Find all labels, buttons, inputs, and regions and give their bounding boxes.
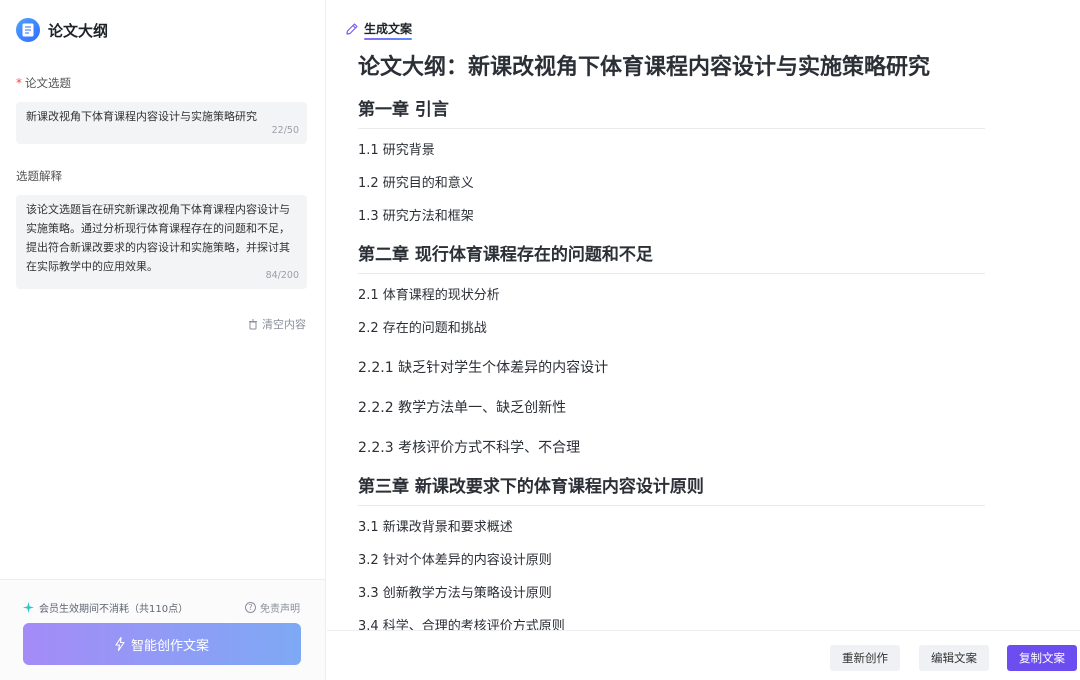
outline-section: 3.2 针对个体差异的内容设计原则: [358, 553, 552, 568]
member-note-text: 会员生效期间不消耗（共110点）: [39, 604, 189, 615]
outline-section: 1.1 研究背景: [358, 143, 435, 158]
member-note: 会员生效期间不消耗（共110点）: [23, 600, 188, 615]
topic-label-text: 论文选题: [25, 76, 71, 90]
explain-label: 选题解释: [16, 169, 62, 183]
recreate-button[interactable]: 重新创作: [830, 645, 900, 671]
copy-button[interactable]: 复制文案: [1007, 645, 1077, 671]
outline-section: 3.3 创新教学方法与策略设计原则: [358, 586, 552, 601]
smart-create-button[interactable]: 智能创作文案: [23, 623, 301, 665]
outline-chapter: 第一章 引言: [358, 96, 985, 129]
explain-char-counter: 84/200: [265, 270, 299, 281]
disclaimer-label: 免责声明: [260, 604, 300, 615]
clear-content-button[interactable]: 清空内容: [248, 316, 306, 332]
outline-subsection: 2.2.2 教学方法单一、缺乏创新性: [358, 400, 567, 416]
outline-title: 论文大纲：新课改视角下体育课程内容设计与实施策略研究: [358, 55, 931, 80]
tab-generated-copy[interactable]: 生成文案: [346, 20, 413, 40]
result-panel: 生成文案 论文大纲：新课改视角下体育课程内容设计与实施策略研究 第一章 引言 1.…: [327, 0, 1080, 680]
outline-section: 2.2 存在的问题和挑战: [358, 321, 487, 336]
trash-icon: [249, 319, 257, 329]
result-footer: 重新创作 编辑文案 复制文案: [327, 630, 1080, 680]
required-mark: *: [16, 76, 22, 90]
question-icon: ?: [245, 602, 256, 613]
outline-section: 3.4 科学、合理的考核评价方式原则: [358, 619, 565, 630]
outline-items: 第一章 引言 1.1 研究背景 1.2 研究目的和意义 1.3 研究方法和框架第二章 …: [358, 96, 985, 630]
topic-label: * 论文选题: [16, 75, 71, 91]
sparkle-icon: [23, 602, 34, 613]
pencil-icon: [346, 22, 358, 35]
disclaimer-link[interactable]: ? 免责声明: [245, 600, 300, 615]
outline-subsection: 2.2.3 考核评价方式不科学、不合理: [358, 440, 581, 456]
app-title: 论文大纲: [48, 21, 109, 40]
left-footer: 会员生效期间不消耗（共110点） ? 免责声明 智能创作文案: [0, 579, 325, 680]
outline-chapter: 第三章 新课改要求下的体育课程内容设计原则: [358, 473, 985, 506]
outline-section: 2.1 体育课程的现状分析: [358, 288, 500, 303]
edit-copy-button[interactable]: 编辑文案: [919, 645, 989, 671]
outline-section: 1.2 研究目的和意义: [358, 176, 474, 191]
clear-content-label: 清空内容: [262, 318, 306, 331]
outline-subsection: 2.2.1 缺乏针对学生个体差异的内容设计: [358, 360, 609, 376]
topic-char-counter: 22/50: [271, 125, 299, 136]
topic-input-value: 新课改视角下体育课程内容设计与实施策略研究: [26, 110, 257, 123]
lightning-icon: [115, 637, 125, 651]
outline-chapter: 第二章 现行体育课程存在的问题和不足: [358, 241, 985, 274]
app-header: 论文大纲: [16, 18, 108, 42]
outline-document: 论文大纲：新课改视角下体育课程内容设计与实施策略研究 第一章 引言 1.1 研究背…: [358, 50, 985, 630]
outline-section: 3.1 新课改背景和要求概述: [358, 520, 513, 535]
input-panel: 论文大纲 * 论文选题 新课改视角下体育课程内容设计与实施策略研究 22/50 选…: [0, 0, 326, 680]
document-icon: [16, 18, 40, 42]
smart-create-label: 智能创作文案: [130, 638, 209, 654]
explain-textarea-value: 该论文选题旨在研究新课改视角下体育课程内容设计与实施策略。通过分析现行体育课程存…: [26, 203, 290, 273]
outline-section: 1.3 研究方法和框架: [358, 209, 474, 224]
tab-generated-copy-label: 生成文案: [364, 22, 413, 40]
topic-input[interactable]: 新课改视角下体育课程内容设计与实施策略研究 22/50: [16, 102, 307, 144]
explain-textarea[interactable]: 该论文选题旨在研究新课改视角下体育课程内容设计与实施策略。通过分析现行体育课程存…: [16, 195, 307, 289]
